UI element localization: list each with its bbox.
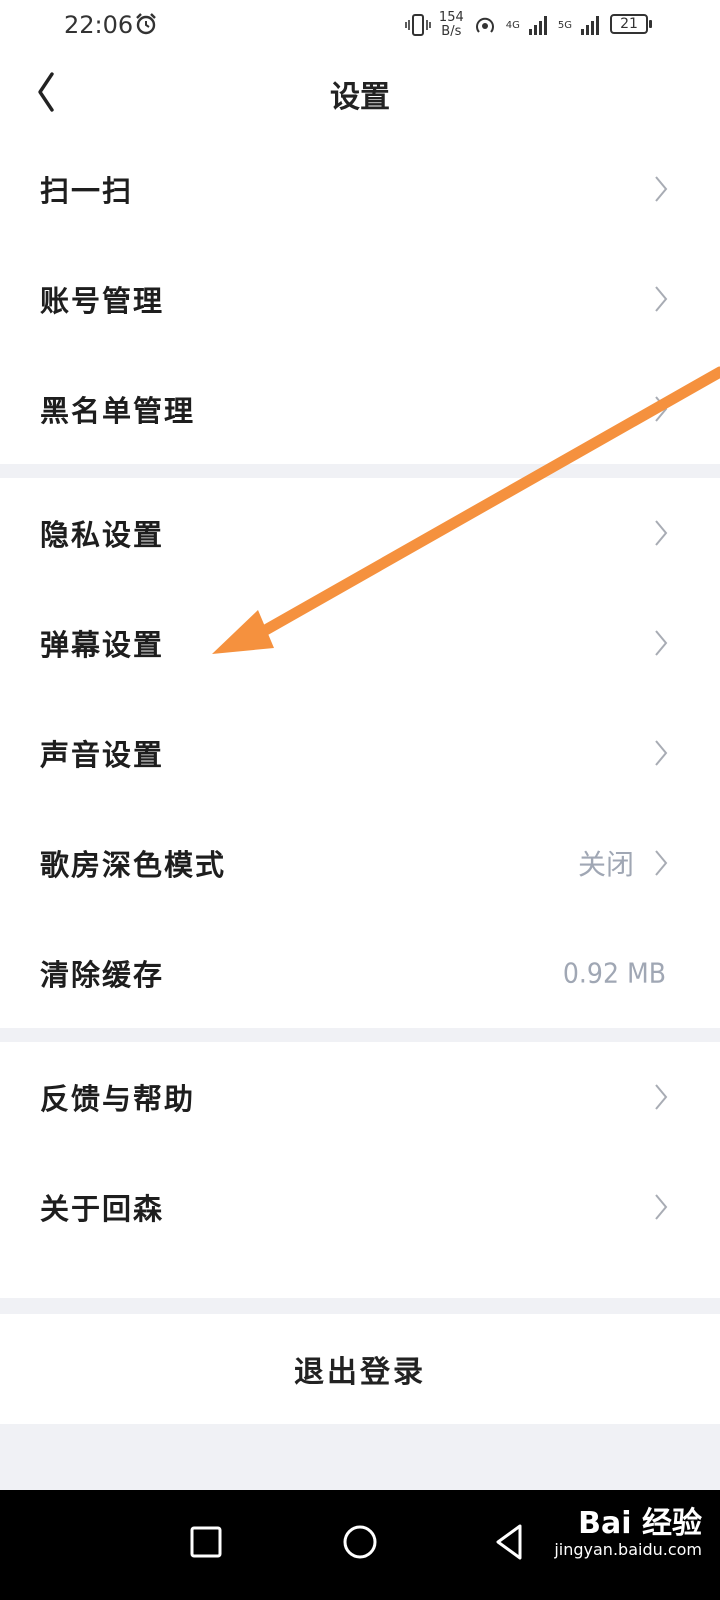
settings-row-privacy[interactable]: 隐私设置 [0, 478, 720, 588]
status-time: 22:06 [64, 11, 134, 39]
screen: 22:06 154 B/s 4G 5G 21 设置 扫一扫 账号管理 黑名单管理… [0, 0, 720, 1600]
nav-header: 设置 [0, 50, 720, 134]
settings-row-danmaku[interactable]: 弹幕设置 [0, 588, 720, 698]
settings-group-1: 扫一扫 账号管理 黑名单管理 [0, 134, 720, 464]
settings-row-blacklist[interactable]: 黑名单管理 [0, 354, 720, 464]
chevron-right-icon [655, 850, 668, 876]
watermark-main: Bai 经验 [578, 1506, 702, 1541]
row-label: 账号管理 [40, 284, 165, 318]
settings-row-sound[interactable]: 声音设置 [0, 698, 720, 808]
watermark-sub: jingyan.baidu.com [554, 1540, 702, 1559]
chevron-right-icon [655, 1084, 668, 1110]
settings-row-about[interactable]: 关于回森 [0, 1152, 720, 1262]
settings-row-clear-cache[interactable]: 清除缓存 0.92 MB [0, 918, 720, 1028]
row-label: 歌房深色模式 [40, 848, 227, 882]
status-bar: 22:06 154 B/s 4G 5G 21 [0, 0, 720, 50]
row-label: 关于回森 [40, 1192, 165, 1226]
chevron-right-icon [655, 286, 668, 312]
settings-group-2: 隐私设置 弹幕设置 声音设置 歌房深色模式 关闭 清除缓存 0.92 MB [0, 478, 720, 1028]
battery-icon: 21 [610, 14, 652, 34]
chevron-right-icon [655, 1194, 668, 1220]
settings-group-3: 反馈与帮助 关于回森 [0, 1042, 720, 1298]
network-type-1: 4G [505, 19, 520, 31]
dark-mode-value: 关闭 [577, 848, 634, 881]
logout-label: 退出登录 [294, 1355, 426, 1390]
signal-icon-1 [528, 16, 547, 35]
chevron-right-icon [655, 396, 668, 422]
row-label: 声音设置 [40, 738, 165, 772]
row-label: 隐私设置 [40, 518, 165, 552]
cache-size-value: 0.92 MB [562, 956, 666, 990]
chevron-right-icon [655, 740, 668, 766]
row-label: 清除缓存 [40, 958, 165, 992]
settings-row-dark-mode[interactable]: 歌房深色模式 关闭 [0, 808, 720, 918]
settings-row-scan[interactable]: 扫一扫 [0, 134, 720, 244]
vibrate-icon [405, 14, 431, 36]
chevron-right-icon [655, 630, 668, 656]
signal-icon-2 [581, 16, 599, 35]
row-label: 扫一扫 [40, 174, 134, 208]
row-label: 反馈与帮助 [40, 1082, 196, 1116]
hotspot-icon [475, 17, 494, 33]
back-nav-icon[interactable] [486, 1518, 534, 1566]
logout-button[interactable]: 退出登录 [0, 1314, 720, 1424]
settings-row-feedback[interactable]: 反馈与帮助 [0, 1042, 720, 1152]
home-icon[interactable] [336, 1518, 384, 1566]
recent-apps-icon[interactable] [182, 1518, 230, 1566]
network-speed: 154 B/s [438, 10, 464, 39]
status-icons: 154 B/s 4G 5G [405, 8, 602, 42]
chevron-right-icon [655, 520, 668, 546]
row-label: 黑名单管理 [40, 394, 196, 428]
page-title: 设置 [330, 80, 390, 115]
settings-row-account[interactable]: 账号管理 [0, 244, 720, 354]
chevron-right-icon [655, 176, 668, 202]
system-nav-bar: Bai 经验 jingyan.baidu.com [0, 1490, 720, 1600]
alarm-icon [136, 13, 156, 35]
row-label: 弹幕设置 [40, 628, 165, 662]
baidu-watermark: Bai 经验 jingyan.baidu.com [554, 1498, 702, 1559]
network-type-2: 5G [557, 19, 572, 31]
